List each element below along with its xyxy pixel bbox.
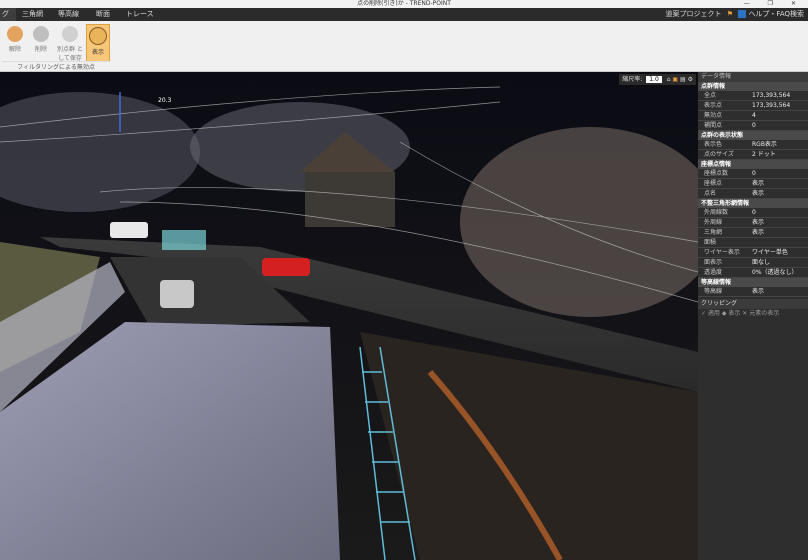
measure-label: 20.3 (158, 97, 172, 104)
house-wall (305, 172, 395, 227)
help-search[interactable]: ヘルプ・FAQ検索 (748, 10, 804, 18)
panel-row: 無効点 4 (698, 111, 808, 121)
section-tin[interactable]: 不整三角形網情報 (698, 199, 808, 208)
panel-row: 点名 表示 (698, 189, 808, 199)
menu-bar: グ 三角網 等高線 断面 トレース 道案プロジェクト ⚑ ヘルプ・FAQ検索 (0, 8, 808, 21)
cyan-structure (162, 230, 206, 250)
clipping-actions[interactable]: ✓ 適用 ◆ 表示 ✕ 元素の表示 (698, 309, 808, 319)
point-cloud-scene: 20.3 (0, 72, 698, 560)
delete-label: 削除 (34, 46, 47, 53)
panel-row: 透過度 0%（透過なし） (698, 268, 808, 278)
panel-row: 面表示 面なし (698, 258, 808, 268)
section-coordinates[interactable]: 座標点情報 (698, 160, 808, 169)
ribbon: 解除 削除 別点群 として保存 表示 フィルタリングによる無効点 (0, 21, 808, 72)
scale-value[interactable]: 1.0 (646, 76, 662, 83)
data-info-panel: データ情報 点群情報 全点 173,393,564 表示点 173,393,564 … (698, 72, 808, 560)
window-controls[interactable]: — ❐ ✕ (744, 0, 804, 8)
tab-triangle-network[interactable]: 三角網 (22, 8, 43, 21)
delete-button[interactable]: 削除 (30, 24, 52, 60)
home-icon[interactable]: ⌂ (667, 76, 671, 83)
white-van (110, 222, 148, 238)
title-bar: 点の削除(引き)か - TREND-POINT — ❐ ✕ (0, 0, 808, 8)
grid-icon[interactable]: ▤ (680, 76, 686, 83)
help-icon[interactable] (738, 10, 747, 18)
panel-row: 面積 (698, 238, 808, 248)
release-label: 解除 (8, 46, 21, 53)
menu-right: 道案プロジェクト ⚑ ヘルプ・FAQ検索 (665, 8, 804, 21)
display-label: 表示 (91, 49, 104, 56)
point-cloud-viewport[interactable]: 20.3 縮尺率: 1.0 ⌂ ▣ ▤ ⚙ (0, 72, 698, 560)
display-button[interactable]: 表示 (86, 24, 110, 62)
section-point-cloud[interactable]: 点群情報 (698, 82, 808, 91)
panel-row: 三角網 表示 (698, 228, 808, 238)
delete-icon (33, 26, 49, 42)
panel-row: 外周線数 0 (698, 208, 808, 218)
panel-row: 表示色 RGB表示 (698, 140, 808, 150)
scale-label: 縮尺率: (622, 76, 643, 83)
section-contour[interactable]: 等高線情報 (698, 278, 808, 287)
release-button[interactable]: 解除 (4, 24, 26, 60)
display-icon (89, 27, 107, 45)
red-car (262, 258, 310, 276)
view-toolbar: 縮尺率: 1.0 ⌂ ▣ ▤ ⚙ (619, 74, 696, 85)
save-points-icon (62, 26, 78, 42)
panel-row: 外周線 表示 (698, 218, 808, 228)
project-menu[interactable]: 道案プロジェクト (665, 10, 721, 18)
panel-header: データ情報 (698, 72, 808, 82)
save-as-other-button[interactable]: 別点群 として保存 (56, 24, 84, 62)
save-as-other-label: 別点群 として保存 (57, 46, 83, 62)
panel-row: 全点 173,393,564 (698, 91, 808, 101)
panel-row: 補間点 0 (698, 121, 808, 131)
panel-row: ワイヤー表示 ワイヤー単色 (698, 248, 808, 258)
tab-menu-0[interactable]: グ (0, 8, 16, 21)
panel-row: 点のサイズ 2 ドット (698, 150, 808, 160)
panel-row: 等高線 表示 (698, 287, 808, 297)
panel-row: 座標点 表示 (698, 179, 808, 189)
tab-contour[interactable]: 等高線 (58, 8, 79, 21)
flag-icon[interactable]: ⚑ (727, 10, 733, 18)
view-icon[interactable]: ▣ (672, 76, 678, 83)
tab-section[interactable]: 断面 (96, 8, 110, 21)
settings-icon[interactable]: ⚙ (688, 76, 693, 83)
grey-car (160, 280, 194, 308)
tab-trace[interactable]: トレース (126, 8, 154, 21)
section-display-state[interactable]: 点群の表示状態 (698, 131, 808, 140)
clipping-header[interactable]: クリッピング (698, 299, 808, 309)
panel-row: 座標点数 0 (698, 169, 808, 179)
ribbon-group-label: フィルタリングによる無効点 (2, 61, 110, 71)
release-icon (7, 26, 23, 42)
window-title: 点の削除(引き)か - TREND-POINT (357, 0, 451, 7)
panel-row: 表示点 173,393,564 (698, 101, 808, 111)
